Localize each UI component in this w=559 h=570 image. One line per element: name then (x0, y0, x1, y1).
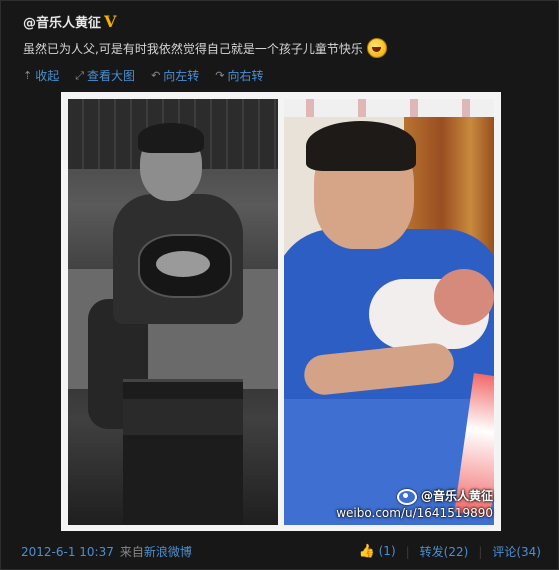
post-timestamp[interactable]: 2012-6-1 10:37 (21, 545, 114, 559)
post-actions: 👍 (1) | 转发(22) | 评论(34) (359, 543, 541, 560)
watermark-url: weibo.com/u/1641519890 (336, 506, 493, 520)
rotate-right-label: 向右转 (227, 69, 264, 83)
rotate-left-label: 向左转 (163, 69, 200, 83)
repost-button[interactable]: 转发(22) (420, 543, 469, 560)
post-content: 虽然已为人父,可是有时我依然觉得自己就是一个孩子儿童节快乐 (23, 38, 387, 58)
image-toolbar: ⇡ 收起 ⤢ 查看大图 ↶ 向左转 ↷ 向右转 (23, 67, 264, 84)
view-large-label: 查看大图 (87, 69, 136, 83)
rotate-right-icon: ↷ (215, 69, 225, 82)
source-link[interactable]: 新浪微博 (144, 543, 192, 560)
arrow-up-icon: ⇡ (23, 69, 33, 82)
divider: | (405, 544, 410, 559)
laughing-emoji-icon (366, 38, 387, 58)
thumbs-up-icon: 👍 (358, 544, 375, 559)
view-large-button[interactable]: ⤢ 查看大图 (75, 67, 135, 84)
post-text: 虽然已为人父,可是有时我依然觉得自己就是一个孩子儿童节快乐 (23, 41, 363, 56)
watermark-name: @音乐人黄征 (420, 489, 493, 503)
author-name[interactable]: @音乐人黄征 (23, 12, 101, 31)
father-with-baby-photo (284, 99, 494, 525)
collapse-label: 收起 (35, 69, 60, 83)
post-image[interactable] (61, 92, 501, 531)
image-watermark: @音乐人黄征 weibo.com/u/1641519890 (336, 488, 493, 522)
like-button[interactable]: 👍 (1) (359, 544, 396, 559)
weibo-post-card: @音乐人黄征 V 虽然已为人父,可是有时我依然觉得自己就是一个孩子儿童节快乐 ⇡… (0, 0, 559, 570)
like-count: (1) (378, 544, 396, 558)
post-footer: 2012-6-1 10:37 来自 新浪微博 👍 (1) | 转发(22) | … (21, 543, 541, 560)
comment-button[interactable]: 评论(34) (492, 543, 541, 560)
childhood-photo (68, 99, 278, 525)
verified-badge-icon: V (104, 11, 117, 31)
rotate-left-icon: ↶ (151, 69, 161, 82)
weibo-logo-icon (396, 488, 417, 505)
rotate-right-button[interactable]: ↷ 向右转 (215, 67, 263, 84)
collapse-button[interactable]: ⇡ 收起 (23, 67, 59, 84)
post-author[interactable]: @音乐人黄征 V (23, 12, 116, 31)
from-label: 来自 (119, 545, 144, 559)
divider: | (478, 544, 483, 559)
expand-icon: ⤢ (75, 68, 85, 82)
rotate-left-button[interactable]: ↶ 向左转 (151, 67, 199, 84)
